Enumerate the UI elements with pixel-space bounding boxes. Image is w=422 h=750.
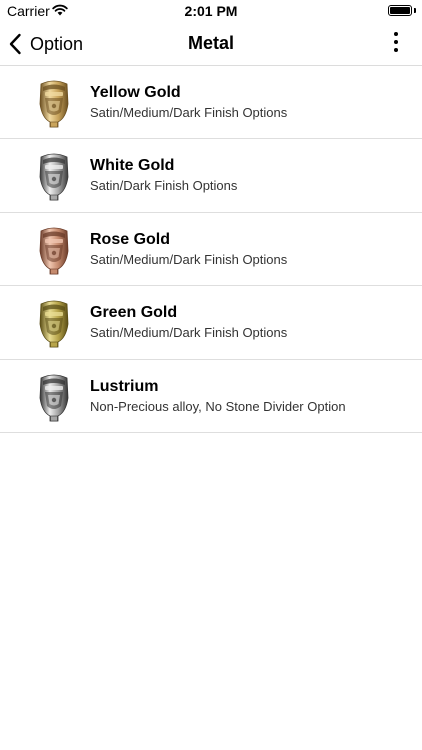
metal-subtitle: Satin/Medium/Dark Finish Options [90, 105, 288, 120]
metal-subtitle: Non-Precious alloy, No Stone Divider Opt… [90, 398, 346, 414]
metal-item-lustrium[interactable]: Lustrium Non-Precious alloy, No Stone Di… [0, 360, 422, 433]
metal-title: Yellow Gold [90, 84, 181, 101]
status-bar: Carrier 2:01 PM [0, 0, 422, 22]
metal-item-green-gold[interactable]: Green Gold Satin/Medium/Dark Finish Opti… [0, 286, 422, 360]
clock: 2:01 PM [184, 3, 238, 19]
metal-subtitle: Satin/Medium/Dark Finish Options [90, 325, 288, 341]
ring-image [39, 80, 69, 128]
metal-title: White Gold [90, 157, 175, 175]
more-options-icon[interactable] [392, 32, 400, 56]
metal-item-white-gold[interactable]: White Gold Satin/Dark Finish Options [0, 139, 422, 213]
metal-item-yellow-gold[interactable]: Yellow Gold Satin/Medium/Dark Finish Opt… [0, 66, 422, 140]
ring-image [39, 227, 69, 275]
navigation-bar: Option Metal [0, 22, 422, 66]
ring-image [39, 374, 69, 421]
metal-title: Rose Gold [90, 230, 171, 248]
metal-item-rose-gold[interactable]: Rose Gold Satin/Medium/Dark Finish Optio… [0, 213, 422, 287]
metal-list: Yellow Gold Satin/Medium/Dark Finish Opt… [0, 66, 422, 433]
battery-cap [414, 8, 416, 13]
battery-icon [388, 5, 412, 16]
metal-title: Lustrium [90, 377, 159, 395]
metal-title: Green Gold [90, 304, 178, 322]
page-title: Metal [187, 33, 234, 53]
metal-subtitle: Satin/Medium/Dark Finish Options [90, 251, 288, 267]
ring-image [39, 300, 69, 348]
ring-image [39, 153, 69, 201]
metal-subtitle: Satin/Dark Finish Options [90, 178, 238, 194]
